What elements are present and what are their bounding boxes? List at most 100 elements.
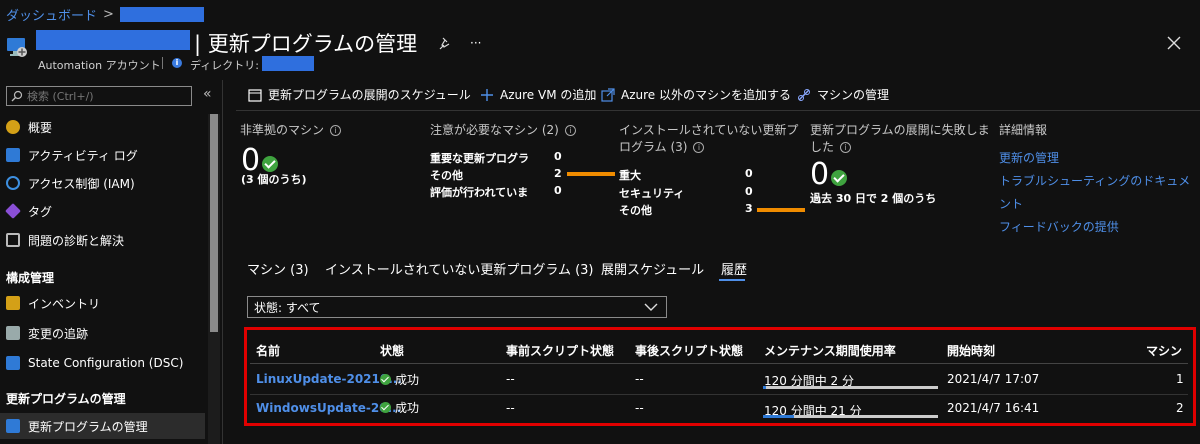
tab-history[interactable]: 履歴: [721, 259, 747, 278]
column-header-status[interactable]: 状態: [380, 342, 404, 359]
manage-machines-label: マシンの管理: [817, 88, 890, 102]
schedule-deployment-label: 更新プログラムの展開のスケジュール: [268, 88, 471, 102]
sidebar-item-diagnose[interactable]: 問題の診断と解決: [0, 227, 205, 253]
pin-icon[interactable]: [438, 37, 452, 51]
schedule-deployment-button[interactable]: 更新プログラムの展開のスケジュール: [248, 86, 471, 103]
missing-row-label: その他: [619, 204, 652, 217]
row-1-status: 成功: [380, 371, 419, 388]
sidebar-item-label: 更新プログラムの管理: [28, 419, 148, 434]
table-header-divider: [250, 363, 1188, 364]
missing-row-value: 0: [745, 167, 753, 180]
attention-row-label: その他: [430, 169, 463, 182]
row-1-start-time: 2021/4/7 17:07: [947, 372, 1040, 386]
add-azure-vm-button[interactable]: Azure VM の追加: [480, 86, 596, 103]
attention-card: 注意が必要なマシン (2) i: [430, 122, 576, 139]
sidebar-item-label: インベントリ: [28, 296, 101, 311]
row-2-usage-fill: [763, 415, 794, 418]
sidebar-item-overview[interactable]: 概要: [0, 114, 205, 140]
column-header-machines[interactable]: マシン: [1146, 342, 1182, 359]
add-non-azure-label: Azure 以外のマシンを追加する: [621, 88, 791, 102]
attention-row-value: 0: [554, 184, 562, 197]
sidebar-item-tags[interactable]: タグ: [0, 198, 205, 224]
success-check-icon: [262, 156, 279, 172]
row-2-usage-track: [763, 415, 938, 418]
sidebar-item-label: アクティビティ ログ: [28, 148, 138, 163]
attention-row-value: 2: [554, 167, 562, 180]
failed-count: 0: [810, 157, 830, 192]
breadcrumb-redacted[interactable]: [119, 7, 204, 22]
sidebar-item-dsc[interactable]: State Configuration (DSC): [0, 350, 205, 376]
row-2-post-script: --: [635, 401, 644, 415]
directory-label: ディレクトリ:: [190, 59, 259, 72]
troubleshooting-docs-link[interactable]: トラブルシューティングのドキュメ: [999, 172, 1190, 189]
tab-deployment-schedules[interactable]: 展開スケジュール: [601, 259, 704, 278]
failed-title-line1: 更新プログラムの展開に失敗しま: [810, 123, 990, 137]
search-box[interactable]: [6, 86, 192, 106]
sidebar-scrollbar[interactable]: [208, 114, 220, 444]
sidebar-item-iam[interactable]: アクセス制御 (IAM): [0, 170, 205, 196]
table-row-divider: [250, 394, 1188, 395]
column-header-start-time[interactable]: 開始時刻: [947, 342, 995, 359]
add-non-azure-button[interactable]: Azure 以外のマシンを追加する: [601, 86, 791, 103]
missing-updates-title-line2: ログラム (3): [619, 140, 688, 154]
attention-title: 注意が必要なマシン (2): [430, 123, 559, 137]
missing-row-value: 3: [745, 202, 753, 215]
sidebar-item-inventory[interactable]: インベントリ: [0, 290, 205, 316]
sidebar-scrollbar-thumb[interactable]: [210, 114, 218, 332]
noncompliant-card: 非準拠のマシン i: [240, 122, 342, 139]
column-header-post-script[interactable]: 事後スクリプト状態: [635, 342, 743, 359]
change-tracking-icon: [6, 326, 20, 340]
tab-missing-updates[interactable]: インストールされていない更新プログラム (3): [325, 259, 594, 278]
tag-icon: [5, 203, 21, 219]
missing-updates-title-line1: インストールされていない更新プ: [619, 123, 799, 137]
column-header-name[interactable]: 名前: [256, 342, 280, 359]
sidebar-item-label: 問題の診断と解決: [28, 233, 125, 248]
separator-bar: [162, 57, 163, 69]
search-input[interactable]: [27, 89, 187, 103]
resource-icon: [6, 36, 28, 58]
collapse-sidebar-button[interactable]: «: [203, 86, 212, 102]
more-options-button[interactable]: ···: [470, 36, 481, 50]
sidebar-item-change-tracking[interactable]: 変更の追跡: [0, 320, 205, 346]
external-link-icon: [601, 87, 615, 102]
sidebar-item-label: 概要: [28, 120, 53, 135]
missing-updates-card: インストールされていない更新プ ログラム (3) i: [619, 122, 798, 156]
row-2-start-time: 2021/4/7 16:41: [947, 401, 1040, 415]
success-icon: [380, 402, 391, 413]
tab-machines[interactable]: マシン (3): [247, 259, 309, 278]
sidebar-item-label: タグ: [28, 204, 53, 219]
chevron-down-icon: [644, 303, 658, 311]
users-icon: [6, 176, 20, 190]
row-1-machines: 1: [1176, 372, 1184, 386]
column-header-maintenance-usage[interactable]: メンテナンス期間使用率: [764, 342, 896, 359]
sidebar-item-activity-log[interactable]: アクティビティ ログ: [0, 142, 205, 168]
update-management-icon: [6, 419, 20, 433]
missing-row-label: セキュリティ: [619, 187, 685, 200]
overview-icon: [6, 120, 20, 134]
row-1-post-script: --: [635, 372, 644, 386]
info-icon: i: [172, 58, 182, 68]
attention-row-value: 0: [554, 150, 562, 163]
directory-redacted: [262, 56, 314, 71]
dsc-icon: [6, 356, 20, 370]
info-icon: i: [693, 142, 705, 153]
details-title: 詳細情報: [999, 123, 1048, 137]
row-2-status-text: 成功: [395, 401, 420, 415]
update-management-link[interactable]: 更新の管理: [999, 149, 1059, 166]
row-1-pre-script: --: [506, 372, 515, 386]
status-filter-dropdown[interactable]: 状態: すべて: [247, 296, 667, 318]
row-2-machines: 2: [1176, 401, 1184, 415]
missing-row-label: 重大: [619, 169, 641, 182]
section-update-management: 更新プログラムの管理: [6, 392, 126, 406]
info-icon: i: [330, 125, 342, 136]
manage-machines-button[interactable]: マシンの管理: [797, 86, 889, 103]
close-icon[interactable]: [1167, 36, 1181, 50]
link-icon: [798, 88, 810, 101]
troubleshooting-docs-link-cont[interactable]: ント: [999, 195, 1023, 212]
feedback-link[interactable]: フィードバックの提供: [999, 218, 1119, 235]
row-2-status: 成功: [380, 399, 419, 416]
success-check-icon: [831, 170, 848, 186]
breadcrumb-dashboard-link[interactable]: ダッシュボード: [6, 5, 97, 24]
column-header-pre-script[interactable]: 事前スクリプト状態: [506, 342, 614, 359]
sidebar-item-update-management[interactable]: 更新プログラムの管理: [0, 413, 205, 439]
